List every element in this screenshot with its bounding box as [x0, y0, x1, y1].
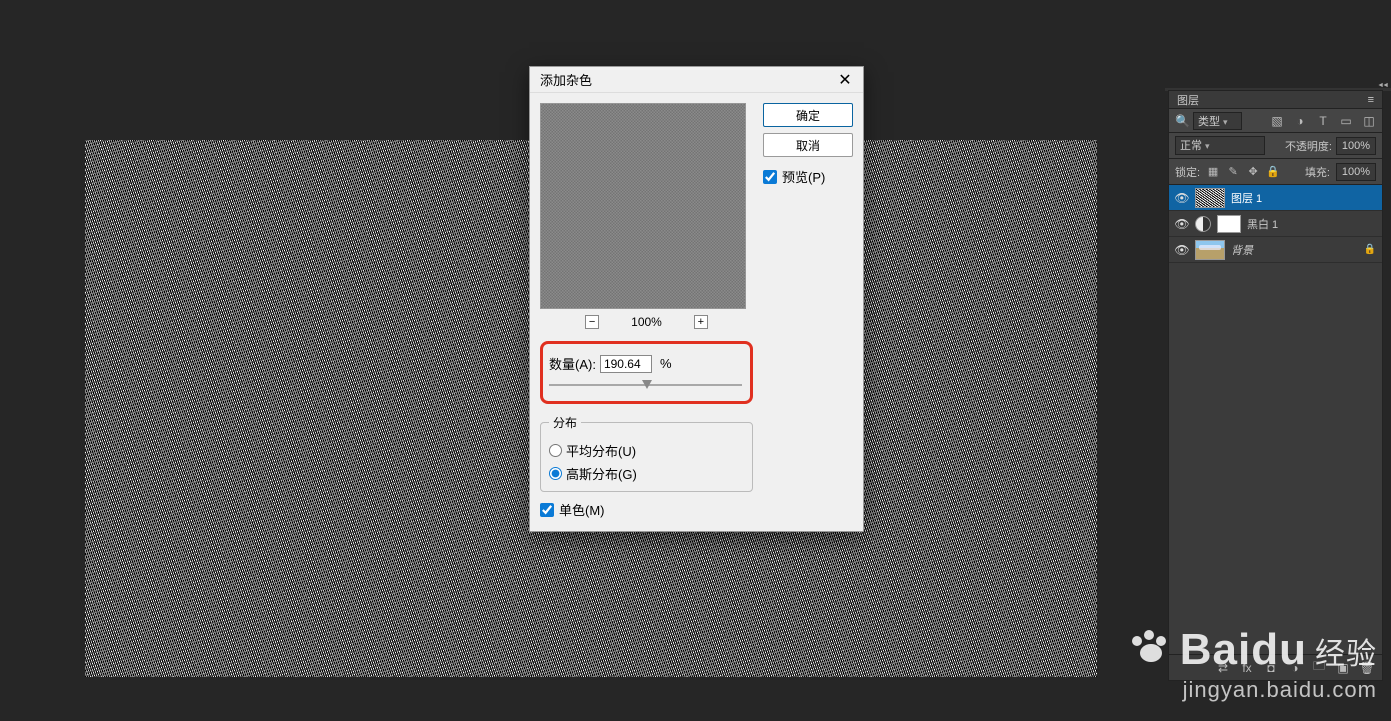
visibility-eye-icon[interactable]: 👁: [1175, 243, 1189, 257]
delete-layer-icon[interactable]: 🗑: [1360, 661, 1374, 675]
zoom-percent: 100%: [631, 315, 662, 329]
filter-smart-icon[interactable]: ◫: [1362, 114, 1376, 128]
layer-name: 黑白 1: [1247, 216, 1278, 232]
panel-menu-icon[interactable]: ≡: [1368, 94, 1374, 106]
amount-label: 数量(A):: [549, 354, 596, 373]
layers-tab[interactable]: 图层 ≡: [1169, 91, 1382, 109]
amount-slider[interactable]: [549, 379, 742, 391]
dialog-title: 添加杂色: [540, 70, 592, 89]
layer-thumbnail[interactable]: [1195, 240, 1225, 260]
visibility-eye-icon[interactable]: 👁: [1175, 191, 1189, 205]
layer-filter-row: 🔍 类型 ▧ ◑ T ▭ ◫: [1169, 109, 1382, 133]
dialog-titlebar[interactable]: 添加杂色 ✕: [530, 67, 863, 93]
filter-type[interactable]: 🔍 类型: [1175, 112, 1242, 130]
lock-row: 锁定: ▦ ✎ ✥ 🔒 填充:: [1169, 159, 1382, 185]
opacity-input[interactable]: [1336, 137, 1376, 155]
zoom-out-button[interactable]: −: [585, 315, 599, 329]
mask-thumbnail[interactable]: [1217, 215, 1241, 233]
add-mask-icon[interactable]: ◘: [1264, 661, 1278, 675]
lock-brush-icon[interactable]: ✎: [1226, 165, 1240, 179]
gaussian-label: 高斯分布(G): [566, 464, 637, 483]
layers-panel: 图层 ≡ 🔍 类型 ▧ ◑ T ▭ ◫ 正常 不透明度: 锁定: ▦ ✎ ✥ 🔒…: [1168, 90, 1383, 681]
filter-adjustment-icon[interactable]: ◑: [1293, 114, 1307, 128]
layer-thumbnail[interactable]: [1195, 188, 1225, 208]
new-adjustment-icon[interactable]: ◑: [1288, 661, 1302, 675]
uniform-label: 平均分布(U): [566, 441, 636, 460]
layer-row[interactable]: 👁 黑白 1: [1169, 211, 1382, 237]
link-layers-icon[interactable]: ⇄: [1216, 661, 1230, 675]
gaussian-radio-row[interactable]: 高斯分布(G): [549, 464, 744, 483]
filter-shape-icon[interactable]: ▭: [1339, 114, 1353, 128]
zoom-in-button[interactable]: +: [694, 315, 708, 329]
lock-all-icon[interactable]: 🔒: [1266, 165, 1280, 179]
gaussian-radio[interactable]: [549, 467, 562, 480]
monochrome-checkbox[interactable]: [540, 503, 554, 517]
paw-icon: [1132, 630, 1172, 664]
amount-input[interactable]: [600, 355, 652, 373]
visibility-eye-icon[interactable]: 👁: [1175, 217, 1189, 231]
add-noise-dialog: 添加杂色 ✕ − 100% + 数量(A): %: [529, 66, 864, 532]
filter-pixel-icon[interactable]: ▧: [1270, 114, 1284, 128]
uniform-radio[interactable]: [549, 444, 562, 457]
layers-panel-footer: ⇄ fx ◘ ◑ 🗀 ▣ 🗑: [1169, 654, 1382, 680]
monochrome-label: 单色(M): [559, 500, 605, 519]
filter-type-select[interactable]: 类型: [1193, 112, 1243, 130]
preview-row[interactable]: 预览(P): [763, 167, 853, 186]
preview-checkbox[interactable]: [763, 170, 777, 184]
layer-row[interactable]: 👁 背景 🔒: [1169, 237, 1382, 263]
opacity-label: 不透明度:: [1285, 138, 1332, 154]
amount-highlight: 数量(A): %: [540, 341, 753, 404]
distribution-fieldset: 分布 平均分布(U) 高斯分布(G): [540, 414, 753, 492]
distribution-legend: 分布: [549, 414, 581, 431]
blend-mode-select[interactable]: 正常: [1175, 136, 1265, 155]
blend-row: 正常 不透明度:: [1169, 133, 1382, 159]
lock-label: 锁定:: [1175, 164, 1200, 180]
fill-label: 填充:: [1305, 164, 1330, 180]
layer-fx-icon[interactable]: fx: [1240, 661, 1254, 675]
layer-row[interactable]: 👁 图层 1: [1169, 185, 1382, 211]
new-group-icon[interactable]: 🗀: [1312, 661, 1326, 675]
layer-name: 背景: [1231, 242, 1253, 258]
lock-transparency-icon[interactable]: ▦: [1206, 165, 1220, 179]
uniform-radio-row[interactable]: 平均分布(U): [549, 441, 744, 460]
ok-button[interactable]: 确定: [763, 103, 853, 127]
cancel-button[interactable]: 取消: [763, 133, 853, 157]
search-icon: 🔍: [1175, 114, 1190, 128]
layers-tab-label: 图层: [1177, 92, 1199, 108]
preview-label: 预览(P): [782, 167, 825, 186]
close-icon[interactable]: ✕: [833, 70, 857, 90]
fill-input[interactable]: [1336, 163, 1376, 181]
layer-name: 图层 1: [1231, 190, 1262, 206]
monochrome-row[interactable]: 单色(M): [540, 500, 753, 519]
adjustment-icon[interactable]: [1195, 216, 1211, 232]
lock-position-icon[interactable]: ✥: [1246, 165, 1260, 179]
new-layer-icon[interactable]: ▣: [1336, 661, 1350, 675]
lock-icon: 🔒: [1364, 244, 1376, 255]
layer-list: 👁 图层 1 👁 黑白 1 👁 背景 🔒: [1169, 185, 1382, 654]
noise-preview[interactable]: [540, 103, 746, 309]
filter-type-icon[interactable]: T: [1316, 114, 1330, 128]
amount-unit: %: [660, 356, 672, 371]
